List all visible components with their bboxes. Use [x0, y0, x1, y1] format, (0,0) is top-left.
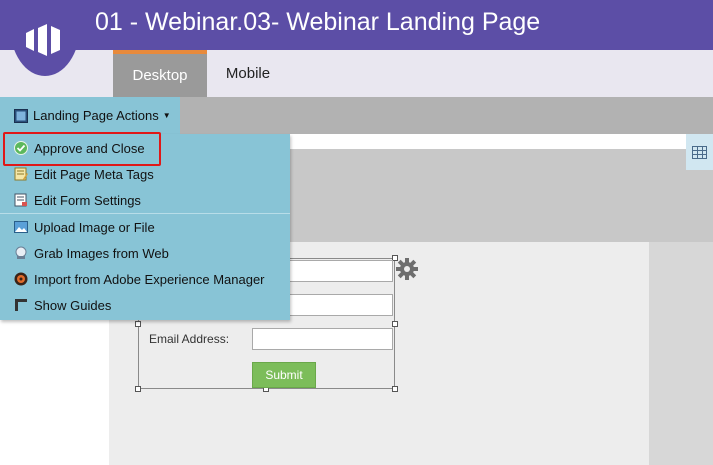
- landing-page-actions-menu: Approve and Close Edit Page Meta Tags Ed…: [0, 134, 290, 320]
- app-header: 01 - Webinar.03- Webinar Landing Page: [0, 0, 713, 50]
- menu-item-upload-image-or-file[interactable]: Upload Image or File: [0, 214, 290, 240]
- actions-label: Landing Page Actions: [33, 108, 159, 123]
- check-circle-icon: [14, 141, 28, 155]
- menu-item-edit-form-settings[interactable]: Edit Form Settings: [0, 187, 290, 213]
- menu-item-label: Edit Page Meta Tags: [34, 166, 154, 182]
- resize-handle[interactable]: [135, 321, 141, 327]
- caret-down-icon: ▼: [162, 111, 171, 120]
- menu-item-import-from-adobe-experience-manager[interactable]: Import from Adobe Experience Manager: [0, 266, 290, 292]
- tab-desktop[interactable]: Desktop: [113, 50, 207, 97]
- menu-item-grab-images-from-web[interactable]: Grab Images from Web: [0, 240, 290, 266]
- resize-handle[interactable]: [135, 386, 141, 392]
- email-input[interactable]: [252, 328, 393, 350]
- view-tabs: Desktop Mobile: [0, 50, 713, 97]
- menu-item-edit-page-meta-tags[interactable]: Edit Page Meta Tags: [0, 161, 290, 187]
- form-settings-icon: [14, 193, 28, 207]
- email-label: Email Address:: [149, 332, 230, 346]
- menu-item-label: Import from Adobe Experience Manager: [34, 271, 265, 287]
- guides-icon: [14, 298, 28, 312]
- landing-page-actions-button[interactable]: Landing Page Actions ▼: [0, 97, 180, 134]
- adobe-aem-icon: [14, 272, 28, 286]
- grab-images-icon: [14, 246, 28, 260]
- meta-tags-icon: [14, 167, 28, 181]
- menu-item-show-guides[interactable]: Show Guides: [0, 292, 290, 318]
- resize-handle[interactable]: [392, 386, 398, 392]
- menu-item-label: Approve and Close: [34, 140, 145, 156]
- menu-item-label: Upload Image or File: [34, 219, 155, 235]
- upload-image-icon: [14, 220, 28, 234]
- menu-item-approve-and-close[interactable]: Approve and Close: [0, 135, 290, 161]
- landing-page-icon: [14, 108, 28, 123]
- menu-item-label: Grab Images from Web: [34, 245, 169, 261]
- menu-item-label: Edit Form Settings: [34, 192, 141, 208]
- logo-bars-icon: [26, 24, 60, 56]
- gear-icon[interactable]: [396, 258, 418, 285]
- page-title: 01 - Webinar.03- Webinar Landing Page: [95, 8, 541, 36]
- grid-icon: [692, 145, 707, 159]
- submit-button[interactable]: Submit: [252, 362, 316, 388]
- tab-mobile[interactable]: Mobile: [207, 50, 289, 97]
- grid-toggle-button[interactable]: [686, 134, 713, 170]
- page-gutter: [649, 242, 713, 465]
- menu-item-label: Show Guides: [34, 297, 112, 313]
- resize-handle[interactable]: [392, 321, 398, 327]
